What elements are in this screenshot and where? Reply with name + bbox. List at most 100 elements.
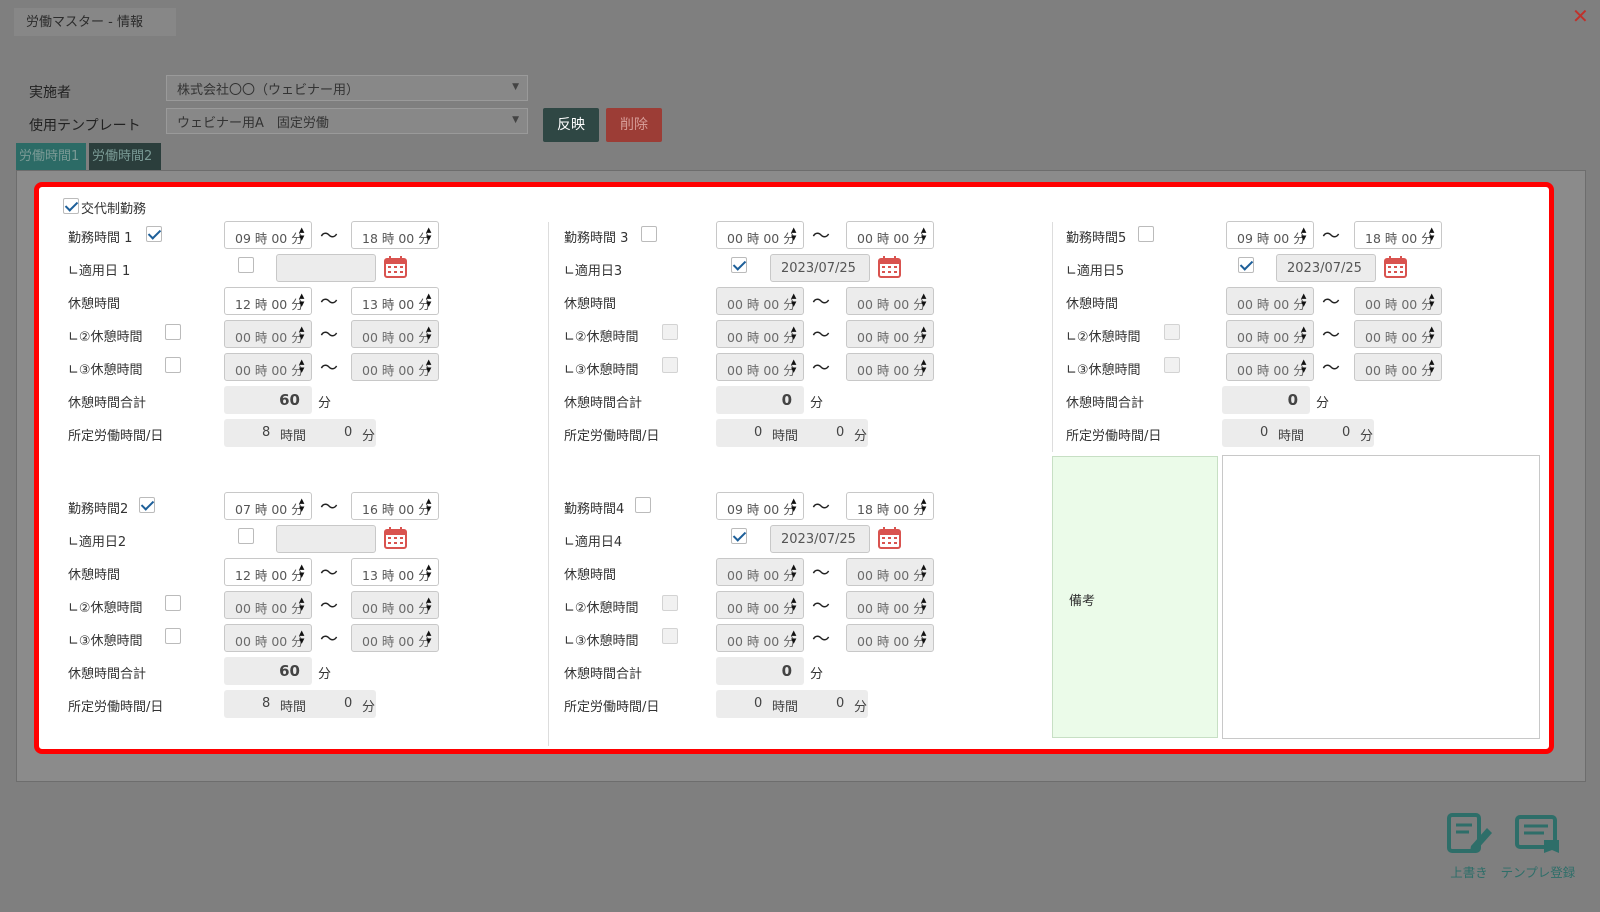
calendar-icon[interactable] — [878, 256, 901, 278]
spinner-icon[interactable]: ▲ ▼ — [1429, 292, 1438, 308]
spinner-icon[interactable]: ▲ ▼ — [1429, 358, 1438, 374]
spinner-icon[interactable]: ▲ ▼ — [299, 497, 308, 513]
spinner-icon[interactable]: ▲ ▼ — [921, 497, 930, 513]
break3-checkbox[interactable] — [662, 357, 678, 373]
spinner-icon[interactable]: ▲ ▼ — [426, 226, 435, 242]
work-start-time[interactable]: 07 時 00 分 ▲ ▼ — [224, 492, 312, 520]
work-end-time[interactable]: 00 時 00 分 ▲ ▼ — [846, 221, 934, 249]
spinner-icon[interactable]: ▲ ▼ — [1301, 226, 1310, 242]
break3-start-time[interactable]: 00 時 00 分 ▲ ▼ — [224, 353, 312, 381]
spinner-icon[interactable]: ▲ ▼ — [1429, 325, 1438, 341]
spinner-icon[interactable]: ▲ ▼ — [1301, 325, 1310, 341]
spinner-icon[interactable]: ▲ ▼ — [299, 563, 308, 579]
spinner-icon[interactable]: ▲ ▼ — [1429, 226, 1438, 242]
break2-checkbox[interactable] — [165, 595, 181, 611]
template-register-button[interactable]: テンプレ登録 — [1500, 812, 1576, 881]
work-time-enable-checkbox[interactable] — [139, 497, 155, 513]
break-start-time[interactable]: 00 時 00 分 ▲ ▼ — [716, 287, 804, 315]
work-start-time[interactable]: 09 時 00 分 ▲ ▼ — [716, 492, 804, 520]
spinner-icon[interactable]: ▲ ▼ — [299, 358, 308, 374]
break2-start-time[interactable]: 00 時 00 分 ▲ ▼ — [224, 320, 312, 348]
break2-start-time[interactable]: 00 時 00 分 ▲ ▼ — [1226, 320, 1314, 348]
break-end-time[interactable]: 00 時 00 分 ▲ ▼ — [846, 558, 934, 586]
apply-date-checkbox[interactable] — [238, 528, 254, 544]
close-icon[interactable]: ✕ — [1572, 4, 1589, 28]
calendar-icon[interactable] — [384, 527, 407, 549]
spinner-icon[interactable]: ▲ ▼ — [426, 325, 435, 341]
apply-button[interactable]: 反映 — [543, 108, 599, 142]
apply-date-field[interactable]: 2023/07/25 — [770, 525, 870, 553]
break2-end-time[interactable]: 00 時 00 分 ▲ ▼ — [1354, 320, 1442, 348]
work-end-time[interactable]: 18 時 00 分 ▲ ▼ — [1354, 221, 1442, 249]
apply-date-field[interactable] — [276, 525, 376, 553]
calendar-icon[interactable] — [384, 256, 407, 278]
spinner-icon[interactable]: ▲ ▼ — [426, 497, 435, 513]
break2-checkbox[interactable] — [662, 595, 678, 611]
break2-end-time[interactable]: 00 時 00 分 ▲ ▼ — [846, 320, 934, 348]
spinner-icon[interactable]: ▲ ▼ — [299, 292, 308, 308]
work-start-time[interactable]: 09 時 00 分 ▲ ▼ — [224, 221, 312, 249]
spinner-icon[interactable]: ▲ ▼ — [299, 325, 308, 341]
spinner-icon[interactable]: ▲ ▼ — [299, 629, 308, 645]
break-end-time[interactable]: 13 時 00 分 ▲ ▼ — [351, 287, 439, 315]
calendar-icon[interactable] — [878, 527, 901, 549]
spinner-icon[interactable]: ▲ ▼ — [1301, 358, 1310, 374]
break2-end-time[interactable]: 00 時 00 分 ▲ ▼ — [351, 320, 439, 348]
spinner-icon[interactable]: ▲ ▼ — [791, 596, 800, 612]
break-end-time[interactable]: 13 時 00 分 ▲ ▼ — [351, 558, 439, 586]
break3-start-time[interactable]: 00 時 00 分 ▲ ▼ — [716, 624, 804, 652]
apply-date-field[interactable]: 2023/07/25 — [770, 254, 870, 282]
spinner-icon[interactable]: ▲ ▼ — [921, 629, 930, 645]
break3-checkbox[interactable] — [662, 628, 678, 644]
spinner-icon[interactable]: ▲ ▼ — [921, 596, 930, 612]
break2-start-time[interactable]: 00 時 00 分 ▲ ▼ — [716, 591, 804, 619]
spinner-icon[interactable]: ▲ ▼ — [299, 596, 308, 612]
break3-end-time[interactable]: 00 時 00 分 ▲ ▼ — [1354, 353, 1442, 381]
spinner-icon[interactable]: ▲ ▼ — [921, 292, 930, 308]
spinner-icon[interactable]: ▲ ▼ — [791, 226, 800, 242]
work-end-time[interactable]: 18 時 00 分 ▲ ▼ — [846, 492, 934, 520]
work-end-time[interactable]: 16 時 00 分 ▲ ▼ — [351, 492, 439, 520]
work-time-enable-checkbox[interactable] — [635, 497, 651, 513]
break3-end-time[interactable]: 00 時 00 分 ▲ ▼ — [846, 353, 934, 381]
apply-date-checkbox[interactable] — [1238, 257, 1254, 273]
break3-start-time[interactable]: 00 時 00 分 ▲ ▼ — [1226, 353, 1314, 381]
work-start-time[interactable]: 00 時 00 分 ▲ ▼ — [716, 221, 804, 249]
spinner-icon[interactable]: ▲ ▼ — [791, 563, 800, 579]
implementer-select[interactable]: 株式会社〇〇（ウェビナー用） ▼ — [166, 75, 528, 101]
break2-checkbox[interactable] — [662, 324, 678, 340]
break-start-time[interactable]: 12 時 00 分 ▲ ▼ — [224, 287, 312, 315]
break-start-time[interactable]: 00 時 00 分 ▲ ▼ — [716, 558, 804, 586]
overwrite-button[interactable]: 上書き — [1438, 812, 1500, 881]
break3-end-time[interactable]: 00 時 00 分 ▲ ▼ — [351, 624, 439, 652]
spinner-icon[interactable]: ▲ ▼ — [921, 358, 930, 374]
break2-end-time[interactable]: 00 時 00 分 ▲ ▼ — [351, 591, 439, 619]
delete-button[interactable]: 削除 — [606, 108, 662, 142]
spinner-icon[interactable]: ▲ ▼ — [921, 226, 930, 242]
break2-start-time[interactable]: 00 時 00 分 ▲ ▼ — [224, 591, 312, 619]
break-start-time[interactable]: 12 時 00 分 ▲ ▼ — [224, 558, 312, 586]
spinner-icon[interactable]: ▲ ▼ — [791, 629, 800, 645]
spinner-icon[interactable]: ▲ ▼ — [426, 292, 435, 308]
tab-work-hours-1[interactable]: 労働時間1 — [16, 143, 86, 170]
apply-date-field[interactable] — [276, 254, 376, 282]
template-select[interactable]: ウェビナー用A 固定労働 ▼ — [166, 108, 528, 134]
break2-checkbox[interactable] — [165, 324, 181, 340]
shift-work-checkbox[interactable] — [63, 198, 79, 214]
break2-end-time[interactable]: 00 時 00 分 ▲ ▼ — [846, 591, 934, 619]
apply-date-checkbox[interactable] — [731, 528, 747, 544]
break3-end-time[interactable]: 00 時 00 分 ▲ ▼ — [351, 353, 439, 381]
spinner-icon[interactable]: ▲ ▼ — [426, 563, 435, 579]
break3-start-time[interactable]: 00 時 00 分 ▲ ▼ — [716, 353, 804, 381]
work-start-time[interactable]: 09 時 00 分 ▲ ▼ — [1226, 221, 1314, 249]
calendar-icon[interactable] — [1384, 256, 1407, 278]
break2-start-time[interactable]: 00 時 00 分 ▲ ▼ — [716, 320, 804, 348]
spinner-icon[interactable]: ▲ ▼ — [791, 358, 800, 374]
break3-checkbox[interactable] — [1164, 357, 1180, 373]
break-start-time[interactable]: 00 時 00 分 ▲ ▼ — [1226, 287, 1314, 315]
break-end-time[interactable]: 00 時 00 分 ▲ ▼ — [1354, 287, 1442, 315]
spinner-icon[interactable]: ▲ ▼ — [426, 358, 435, 374]
spinner-icon[interactable]: ▲ ▼ — [921, 563, 930, 579]
break2-checkbox[interactable] — [1164, 324, 1180, 340]
break3-start-time[interactable]: 00 時 00 分 ▲ ▼ — [224, 624, 312, 652]
